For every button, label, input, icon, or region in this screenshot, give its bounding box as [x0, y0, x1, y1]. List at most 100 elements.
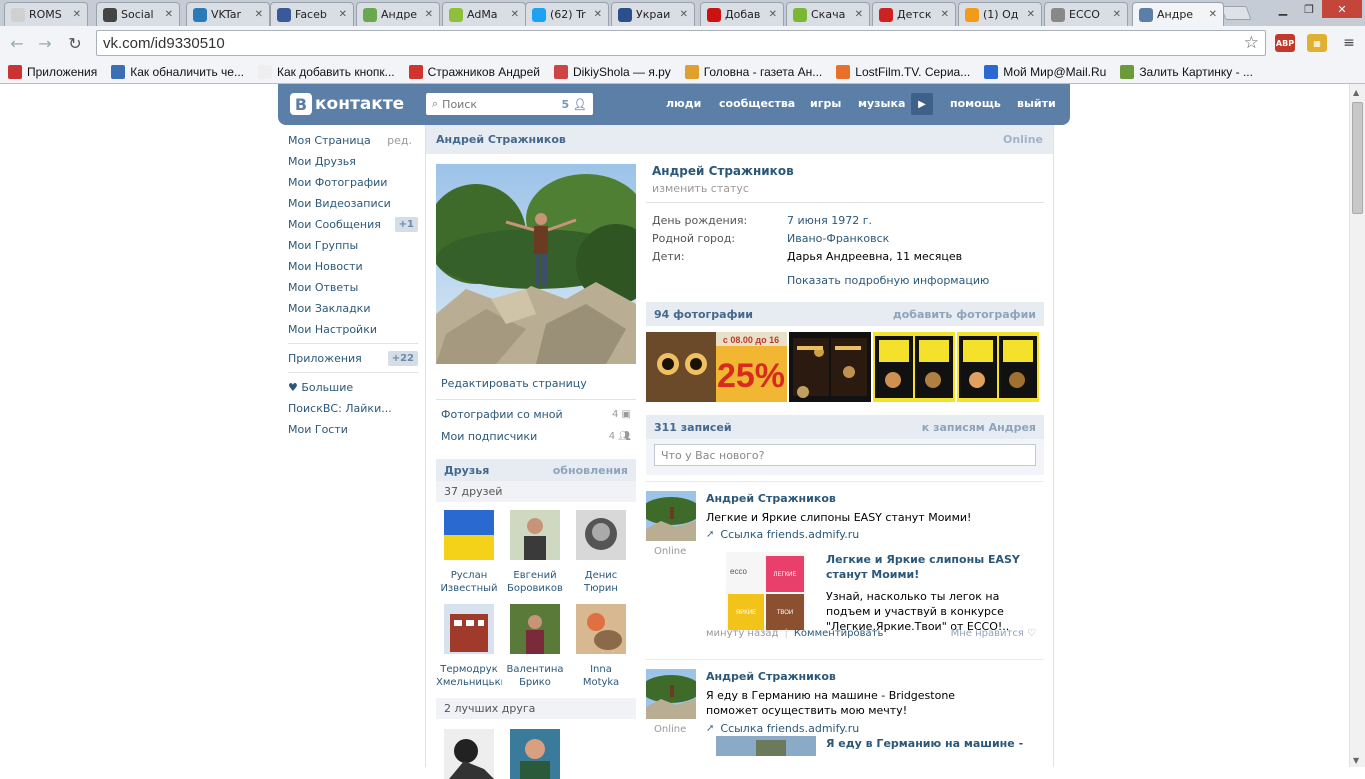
friend-avatar[interactable] [510, 510, 560, 560]
bookmark-star-icon[interactable]: ☆ [1244, 33, 1259, 53]
wall-header[interactable]: 311 записей к записям Андрея [646, 415, 1044, 439]
friend-last-name[interactable]: Брико [502, 676, 568, 689]
friend-last-name[interactable]: Боровиков [502, 582, 568, 595]
post-link-card[interactable]: Я еду в Германию на машине - [706, 736, 1036, 766]
browser-tab[interactable]: VKTar ✕ [186, 2, 270, 26]
best-friend-avatar[interactable] [510, 729, 560, 779]
like-button[interactable]: Мне нравится ♡ [951, 628, 1036, 639]
post-card-image[interactable]: ecco ЛЕГКИЕ ЯРКИЕ ТВОИ [726, 552, 806, 632]
browser-tab[interactable]: Андре ✕ [356, 2, 440, 26]
friend-avatar[interactable] [510, 604, 560, 654]
photo-thumb[interactable] [789, 332, 871, 402]
vk-search-input[interactable]: ⌕ Поиск 5 👤︎ [426, 93, 593, 115]
friend-first-name[interactable]: Денис [568, 569, 634, 582]
browser-tab[interactable]: (1) Од ✕ [958, 2, 1042, 26]
browser-tab[interactable]: AdMa ✕ [442, 2, 526, 26]
left-menu-item[interactable]: Моя Страница ред. [288, 130, 420, 151]
change-status-link[interactable]: изменить статус [652, 182, 1044, 195]
left-menu-app-item[interactable]: ♥ Большие [288, 377, 420, 398]
edit-link[interactable]: ред. [387, 134, 412, 147]
post-author[interactable]: Андрей Стражников [706, 670, 836, 683]
photo-thumb[interactable]: с 08.00 до 16 25% [646, 332, 787, 402]
tab-close-icon[interactable]: ✕ [425, 9, 433, 20]
post-card-image[interactable] [716, 736, 816, 756]
bookmark-item[interactable]: Стражников Андрей [408, 64, 540, 79]
friends-updates-link[interactable]: обновления [553, 464, 628, 477]
friends-count[interactable]: 37 друзей [436, 481, 636, 502]
add-photos-link[interactable]: добавить фотографии [893, 308, 1036, 321]
bookmark-item[interactable]: Приложения [8, 64, 97, 79]
tab-close-icon[interactable]: ✕ [769, 9, 777, 20]
nav-help[interactable]: помощь [950, 97, 1001, 110]
friend-avatar[interactable] [444, 604, 494, 654]
nav-people[interactable]: люди [666, 97, 701, 110]
browser-tab[interactable]: Андре ✕ [1132, 2, 1224, 26]
friend-last-name[interactable]: Известный [436, 582, 502, 595]
friend-item[interactable]: Денис Тюрин [568, 510, 634, 604]
browser-tab[interactable]: Добав ✕ [700, 2, 784, 26]
photos-with-me-link[interactable]: Фотографии со мной 4 ▣ [436, 403, 636, 425]
music-play-icon[interactable]: ▶ [911, 93, 933, 115]
post-link[interactable]: ➚ Ссылка friends.admify.ru [706, 528, 859, 541]
left-menu-item[interactable]: Мои Настройки [288, 319, 420, 340]
photos-block-header[interactable]: 94 фотографии добавить фотографии [646, 302, 1044, 326]
best-friends-count[interactable]: 2 лучших друга [436, 698, 636, 719]
friend-avatar[interactable] [576, 604, 626, 654]
photo-thumb[interactable] [957, 332, 1039, 402]
forward-arrow-icon[interactable]: → [34, 32, 56, 54]
left-menu-item[interactable]: Мои Сообщения +1 [288, 214, 420, 235]
friend-first-name[interactable]: Термодрук [436, 663, 502, 676]
left-menu-item[interactable]: Мои Новости [288, 256, 420, 277]
bookmark-item[interactable]: Как обналичить че... [111, 64, 244, 79]
bookmark-item[interactable]: Как добавить кнопк... [257, 64, 395, 79]
friend-first-name[interactable]: Руслан [436, 569, 502, 582]
new-post-input[interactable]: Что у Вас нового? [654, 444, 1036, 466]
browser-tab[interactable]: Social ✕ [96, 2, 180, 26]
friend-last-name[interactable]: Тюрин [568, 582, 634, 595]
browser-tab[interactable]: (62) Tr ✕ [525, 2, 609, 26]
close-window-icon[interactable]: ✕ [1322, 0, 1362, 18]
post-author-avatar[interactable] [646, 669, 696, 719]
browser-tab[interactable]: ROMS ✕ [4, 2, 88, 26]
tab-close-icon[interactable]: ✕ [165, 9, 173, 20]
bookmark-item[interactable]: LostFilm.TV. Сериа... [836, 64, 970, 79]
friend-item[interactable]: Валентина Брико [502, 604, 568, 698]
tab-close-icon[interactable]: ✕ [73, 9, 81, 20]
show-more-info-link[interactable]: Показать подробную информацию [787, 274, 1044, 287]
friend-last-name[interactable]: Motyka [568, 676, 634, 689]
friend-item[interactable]: Inna Motyka [568, 604, 634, 698]
browser-tab[interactable]: Детск ✕ [872, 2, 956, 26]
left-menu-app-item[interactable]: Мои Гости [288, 419, 420, 440]
tab-close-icon[interactable]: ✕ [1113, 9, 1121, 20]
post-card-title[interactable]: Легкие и Яркие слипоны EASY станут Моими… [826, 552, 1036, 582]
left-menu-item[interactable]: Мои Видеозаписи [288, 193, 420, 214]
left-menu-app-item[interactable]: ПоискВС: Лайки... [288, 398, 420, 419]
adblock-icon[interactable]: ABP [1275, 34, 1295, 52]
browser-tab[interactable]: ECCO ✕ [1044, 2, 1128, 26]
friends-block-header[interactable]: Друзья обновления [436, 459, 636, 481]
left-menu-item[interactable]: Мои Друзья [288, 151, 420, 172]
friend-item[interactable]: Руслан Известный [436, 510, 502, 604]
post-author-avatar[interactable] [646, 491, 696, 541]
friend-first-name[interactable]: Валентина [502, 663, 568, 676]
tab-close-icon[interactable]: ✕ [255, 9, 263, 20]
address-bar[interactable]: vk.com/id9330510 ☆ [96, 30, 1266, 56]
friend-avatar[interactable] [576, 510, 626, 560]
friend-item[interactable]: Евгений Боровиков [502, 510, 568, 604]
edit-page-link[interactable]: Редактировать страницу [436, 370, 636, 396]
left-menu-item[interactable]: Мои Ответы [288, 277, 420, 298]
tab-close-icon[interactable]: ✕ [941, 9, 949, 20]
friend-first-name[interactable]: Евгений [502, 569, 568, 582]
reload-icon[interactable]: ↻ [64, 32, 86, 54]
browser-tab[interactable]: Faceb ✕ [270, 2, 354, 26]
browser-tab[interactable]: Скача ✕ [786, 2, 870, 26]
tab-close-icon[interactable]: ✕ [594, 9, 602, 20]
nav-communities[interactable]: сообщества [719, 97, 795, 110]
comment-link[interactable]: Комментировать [794, 628, 884, 639]
followers-link[interactable]: Мои подписчики 4 👥︎ [436, 425, 636, 447]
post-card-title[interactable]: Я еду в Германию на машине - [826, 736, 1036, 751]
tab-close-icon[interactable]: ✕ [511, 9, 519, 20]
bookmark-item[interactable]: Мой Мир@Mail.Ru [984, 64, 1106, 79]
post-author[interactable]: Андрей Стражников [706, 492, 836, 505]
left-menu-item[interactable]: Мои Закладки [288, 298, 420, 319]
